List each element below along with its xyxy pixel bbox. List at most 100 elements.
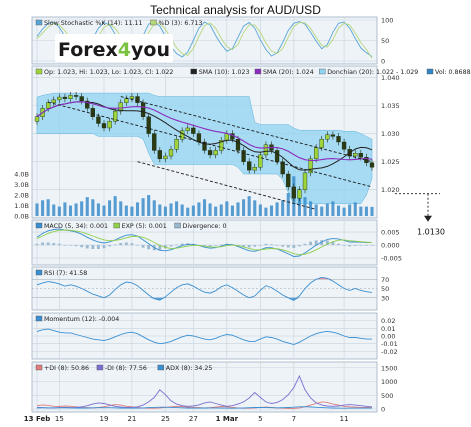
annotation-arrow-head <box>424 215 432 222</box>
volume-bar <box>41 200 45 216</box>
volume-bar <box>96 203 100 216</box>
divergence-bar <box>141 245 145 248</box>
volume-bar <box>230 205 234 216</box>
divergence-bar <box>253 245 257 247</box>
divergence-bar <box>219 244 223 246</box>
divergence-bar <box>264 243 268 246</box>
legend-label: +DI (8): 50.86 <box>44 365 89 372</box>
candle <box>247 161 252 171</box>
volume-bar <box>180 204 184 216</box>
forexyou-logo: Forex4you <box>55 34 173 62</box>
volume-y-tick: 2.0B <box>14 192 29 200</box>
divergence-bar <box>208 245 212 247</box>
candle <box>57 96 62 101</box>
divergence-bar <box>57 243 61 246</box>
volume-bar <box>135 202 140 216</box>
candle <box>135 96 140 103</box>
volume-y-tick: 0.0B <box>14 213 29 221</box>
legend-swatch <box>150 19 157 26</box>
dmi-y-tick: 0 <box>381 406 385 414</box>
candle <box>168 149 174 157</box>
legend-label: EXP (5): 0.001 <box>122 223 167 230</box>
volume-bar <box>242 199 246 216</box>
candle <box>96 116 101 124</box>
divergence-bar <box>74 245 78 247</box>
candle <box>286 173 291 188</box>
momentum-y-tick: -0.02 <box>381 348 398 356</box>
legend-swatch <box>35 364 43 371</box>
divergence-bar <box>175 244 178 246</box>
legend-label: RSI (7): 41.58 <box>44 270 87 277</box>
divergence-bar <box>309 241 312 246</box>
candle <box>224 133 229 141</box>
rsi-y-tick: 50 <box>381 285 389 293</box>
divergence-bar <box>286 245 290 248</box>
x-axis-label: 15 <box>55 415 64 423</box>
volume-bar <box>147 195 151 216</box>
stochastic-y-tick: 0 <box>381 58 385 66</box>
candle <box>213 150 218 156</box>
divergence-bar <box>130 243 134 246</box>
volume-bar <box>370 206 374 216</box>
volume-bar <box>208 203 212 216</box>
candle <box>325 134 330 140</box>
volume-bar <box>186 207 190 216</box>
candle <box>291 186 296 199</box>
rsi-y-tick: 70 <box>381 276 389 284</box>
divergence-bar <box>348 245 352 247</box>
candle <box>73 95 79 97</box>
stochastic-y-tick: 50 <box>381 37 389 45</box>
legend-swatch <box>113 222 120 229</box>
candle <box>252 167 257 171</box>
divergence-bar <box>337 243 340 246</box>
price-y-tick: 1.020 <box>381 186 400 194</box>
volume-bar <box>158 204 162 216</box>
volume-bar <box>275 202 279 216</box>
x-axis-label: 11 <box>340 415 349 423</box>
volume-bar <box>314 204 318 216</box>
divergence-bar <box>113 244 117 246</box>
divergence-bar <box>247 245 251 248</box>
volume-bar <box>119 201 123 216</box>
divergence-bar <box>353 245 357 246</box>
volume-bar <box>124 205 128 216</box>
dmi-y-tick: 1000 <box>381 378 398 386</box>
volume-bar <box>320 206 324 216</box>
volume-bar <box>264 207 268 216</box>
chart-canvas: 100500Slow Stochastic %K (14): 11.11 %D (… <box>14 17 470 424</box>
volume-bar <box>348 204 352 216</box>
divergence-bar <box>292 245 296 248</box>
volume-bar <box>91 199 95 216</box>
divergence-bar <box>298 245 301 247</box>
volume-bar <box>225 201 229 216</box>
legend-swatch <box>35 222 43 229</box>
volume-bar <box>108 200 112 216</box>
candle <box>107 121 112 129</box>
volume-bar <box>342 207 346 216</box>
candle <box>157 150 162 160</box>
candle <box>358 153 363 158</box>
divergence-bar <box>63 245 67 246</box>
legend-swatch <box>96 364 104 371</box>
divergence-bar <box>35 243 39 246</box>
volume-bar <box>202 199 207 216</box>
divergence-bar <box>214 245 218 246</box>
divergence-bar <box>46 242 50 246</box>
candle <box>140 102 146 117</box>
candle <box>146 116 151 134</box>
divergence-bar <box>136 244 139 246</box>
candle <box>314 147 319 160</box>
volume-bar <box>258 204 262 216</box>
candle <box>174 138 179 150</box>
legend-swatch <box>157 364 165 371</box>
candle <box>185 127 190 131</box>
candle <box>336 136 341 143</box>
volume-bar <box>269 205 274 216</box>
rsi-y-tick: 30 <box>381 294 389 302</box>
legend-label: %D (3): 6.713 <box>159 20 203 27</box>
volume-bar <box>364 206 368 216</box>
divergence-bar <box>102 245 106 249</box>
legend-label: Momentum (12): -0.004 <box>44 316 119 323</box>
volume-bar <box>68 205 73 216</box>
volume-bar <box>286 193 290 216</box>
